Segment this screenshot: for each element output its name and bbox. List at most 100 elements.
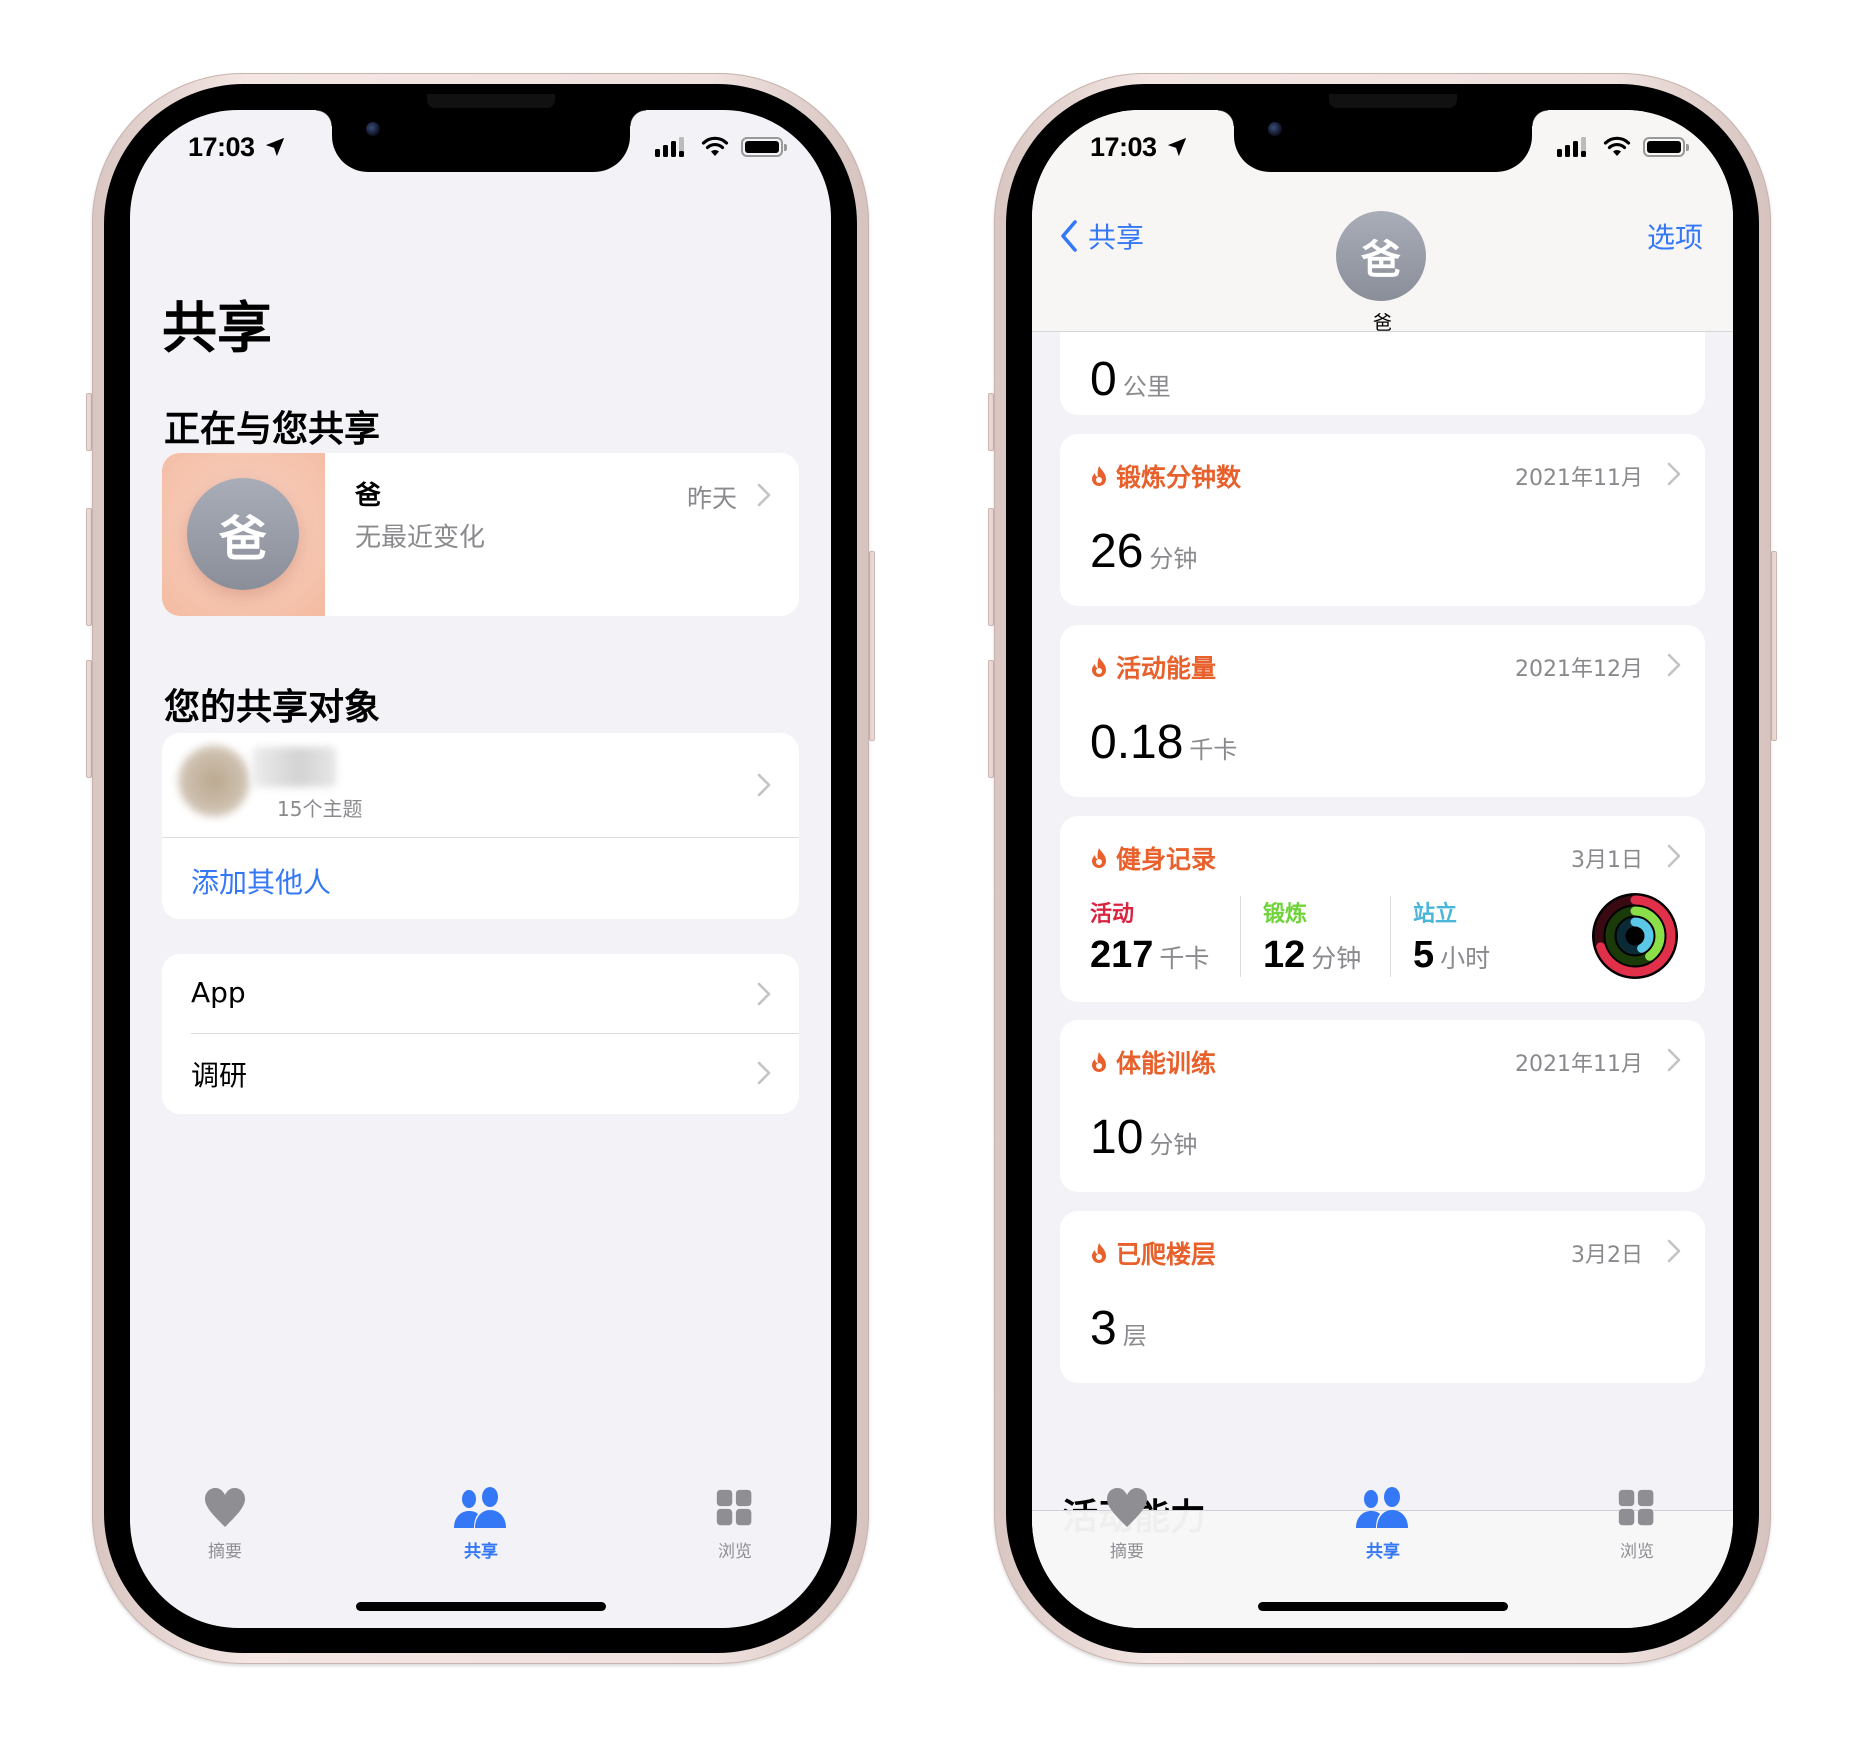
chevron-right-icon xyxy=(757,1061,771,1085)
earpiece xyxy=(427,94,555,108)
flame-icon xyxy=(1092,1243,1106,1263)
options-button[interactable]: 选项 xyxy=(1647,216,1703,256)
tab-label: 浏览 xyxy=(1620,1542,1654,1562)
menu-item-label: 调研 xyxy=(191,1059,248,1092)
flame-icon xyxy=(1092,466,1106,486)
move-label: 活动 xyxy=(1090,902,1135,927)
tab-summary[interactable]: 摘要 xyxy=(1082,1487,1172,1562)
metric-card-workouts[interactable]: 体能训练 2021年11月 10 分钟 xyxy=(1060,1020,1705,1192)
chevron-right-icon xyxy=(1667,1048,1681,1072)
metric-unit: 层 xyxy=(1122,1322,1147,1350)
metric-date: 2021年11月 xyxy=(1515,1052,1643,1077)
tab-summary[interactable]: 摘要 xyxy=(180,1487,270,1562)
battery-icon xyxy=(1643,137,1689,157)
person-name: 爸 xyxy=(355,481,382,511)
metric-header: 健身记录 xyxy=(1090,840,1216,876)
chevron-right-icon xyxy=(1667,462,1681,486)
tab-sharing[interactable]: 共享 xyxy=(436,1487,526,1562)
back-button[interactable]: 共享 xyxy=(1060,216,1144,256)
cellular-signal-icon xyxy=(655,137,684,157)
home-indicator[interactable] xyxy=(356,1602,606,1611)
person-detail-screen: 17:03 共享 爸 爸 选项 0 公里 锻炼分钟数 2021年11月 26 分… xyxy=(1032,110,1733,1628)
activity-metrics: 活动 217 千卡 锻炼 12 分钟 站立 5 小时 xyxy=(1090,896,1540,977)
shared-contact-row[interactable]: 15个主题 xyxy=(162,733,799,837)
section-title-your-shares: 您的共享对象 xyxy=(164,687,381,728)
metric-value: 0.18 千卡 xyxy=(1090,715,1237,770)
topics-count: 15个主题 xyxy=(277,797,363,821)
exercise-label: 锻炼 xyxy=(1263,902,1308,927)
avatar: 爸 xyxy=(1336,211,1426,301)
metric-unit: 千卡 xyxy=(1189,736,1238,764)
metric-title: 锻炼分钟数 xyxy=(1116,463,1242,492)
tab-label: 摘要 xyxy=(1110,1542,1144,1562)
people-icon xyxy=(1356,1487,1408,1528)
exercise-unit: 分钟 xyxy=(1311,944,1362,973)
person-thumbnail: 爸 xyxy=(162,453,325,616)
menu-item-research[interactable]: 调研 xyxy=(162,1034,799,1114)
back-button-label: 共享 xyxy=(1088,221,1145,254)
metric-unit: 公里 xyxy=(1122,373,1171,401)
front-camera xyxy=(366,122,380,136)
cellular-signal-icon xyxy=(1557,137,1586,157)
tab-browse[interactable]: 浏览 xyxy=(1592,1487,1682,1562)
stand-unit: 小时 xyxy=(1440,944,1491,973)
metric-number: 3 xyxy=(1090,1302,1117,1355)
avatar: 爸 xyxy=(187,478,299,590)
chevron-right-icon xyxy=(1667,653,1681,677)
notch xyxy=(1218,110,1548,172)
tab-browse[interactable]: 浏览 xyxy=(690,1487,780,1562)
flame-icon xyxy=(1092,848,1106,868)
add-person-button[interactable]: 添加其他人 xyxy=(191,861,331,901)
chevron-right-icon xyxy=(757,773,771,797)
page-title: 共享 xyxy=(162,296,273,360)
metric-card-exercise-minutes[interactable]: 锻炼分钟数 2021年11月 26 分钟 xyxy=(1060,434,1705,606)
person-status: 无最近变化 xyxy=(355,523,486,553)
grid-icon xyxy=(716,1489,752,1526)
heart-icon xyxy=(205,1488,245,1527)
status-time: 17:03 xyxy=(1090,132,1157,162)
section-title-sharing-with-you: 正在与您共享 xyxy=(164,409,381,450)
stand-value: 5 xyxy=(1413,934,1435,976)
home-indicator[interactable] xyxy=(1258,1602,1508,1611)
metric-exercise: 锻炼 12 分钟 xyxy=(1240,896,1390,977)
metric-title: 活动能量 xyxy=(1116,654,1217,683)
tab-sharing[interactable]: 共享 xyxy=(1338,1487,1428,1562)
people-icon xyxy=(454,1487,506,1528)
blurred-avatar xyxy=(178,745,250,817)
metric-move: 活动 217 千卡 xyxy=(1090,896,1240,977)
shared-person-card[interactable]: 爸 爸 无最近变化 昨天 xyxy=(162,453,799,616)
your-shares-card: 15个主题 添加其他人 xyxy=(162,733,799,919)
menu-card: App 调研 xyxy=(162,954,799,1114)
battery-icon xyxy=(741,137,787,157)
power-button xyxy=(869,551,875,741)
grid-icon xyxy=(1618,1489,1654,1526)
metric-card-flights-climbed[interactable]: 已爬楼层 3月2日 3 层 xyxy=(1060,1211,1705,1383)
stand-label: 站立 xyxy=(1413,902,1458,927)
metric-header: 锻炼分钟数 xyxy=(1090,458,1241,494)
move-unit: 千卡 xyxy=(1159,944,1210,973)
activity-rings-icon xyxy=(1592,893,1678,979)
metric-date: 3月1日 xyxy=(1571,848,1643,873)
notch xyxy=(316,110,646,172)
metric-card-active-energy[interactable]: 活动能量 2021年12月 0.18 千卡 xyxy=(1060,625,1705,797)
metric-date: 2021年12月 xyxy=(1515,657,1643,682)
power-button xyxy=(1771,551,1777,741)
menu-item-app[interactable]: App xyxy=(162,954,799,1034)
metric-value: 3 层 xyxy=(1090,1301,1147,1356)
chevron-right-icon xyxy=(757,483,771,507)
tab-label: 浏览 xyxy=(718,1542,752,1562)
metric-value: 26 分钟 xyxy=(1090,524,1197,579)
metric-number: 26 xyxy=(1090,525,1144,578)
metric-title: 已爬楼层 xyxy=(1116,1240,1217,1269)
metric-header: 活动能量 xyxy=(1090,649,1216,685)
metric-date: 2021年11月 xyxy=(1515,466,1643,491)
metric-number: 10 xyxy=(1090,1111,1144,1164)
chevron-right-icon xyxy=(1667,1239,1681,1263)
rings-center xyxy=(1629,930,1641,942)
metric-card-activity-rings[interactable]: 健身记录 3月1日 活动 217 千卡 锻炼 12 分钟 站立 5 小时 xyxy=(1060,816,1705,1002)
metric-unit: 分钟 xyxy=(1149,1131,1198,1159)
status-time: 17:03 xyxy=(188,132,255,162)
location-arrow-icon xyxy=(265,137,285,157)
metric-value: 10 分钟 xyxy=(1090,1110,1197,1165)
metric-title: 健身记录 xyxy=(1116,845,1217,874)
